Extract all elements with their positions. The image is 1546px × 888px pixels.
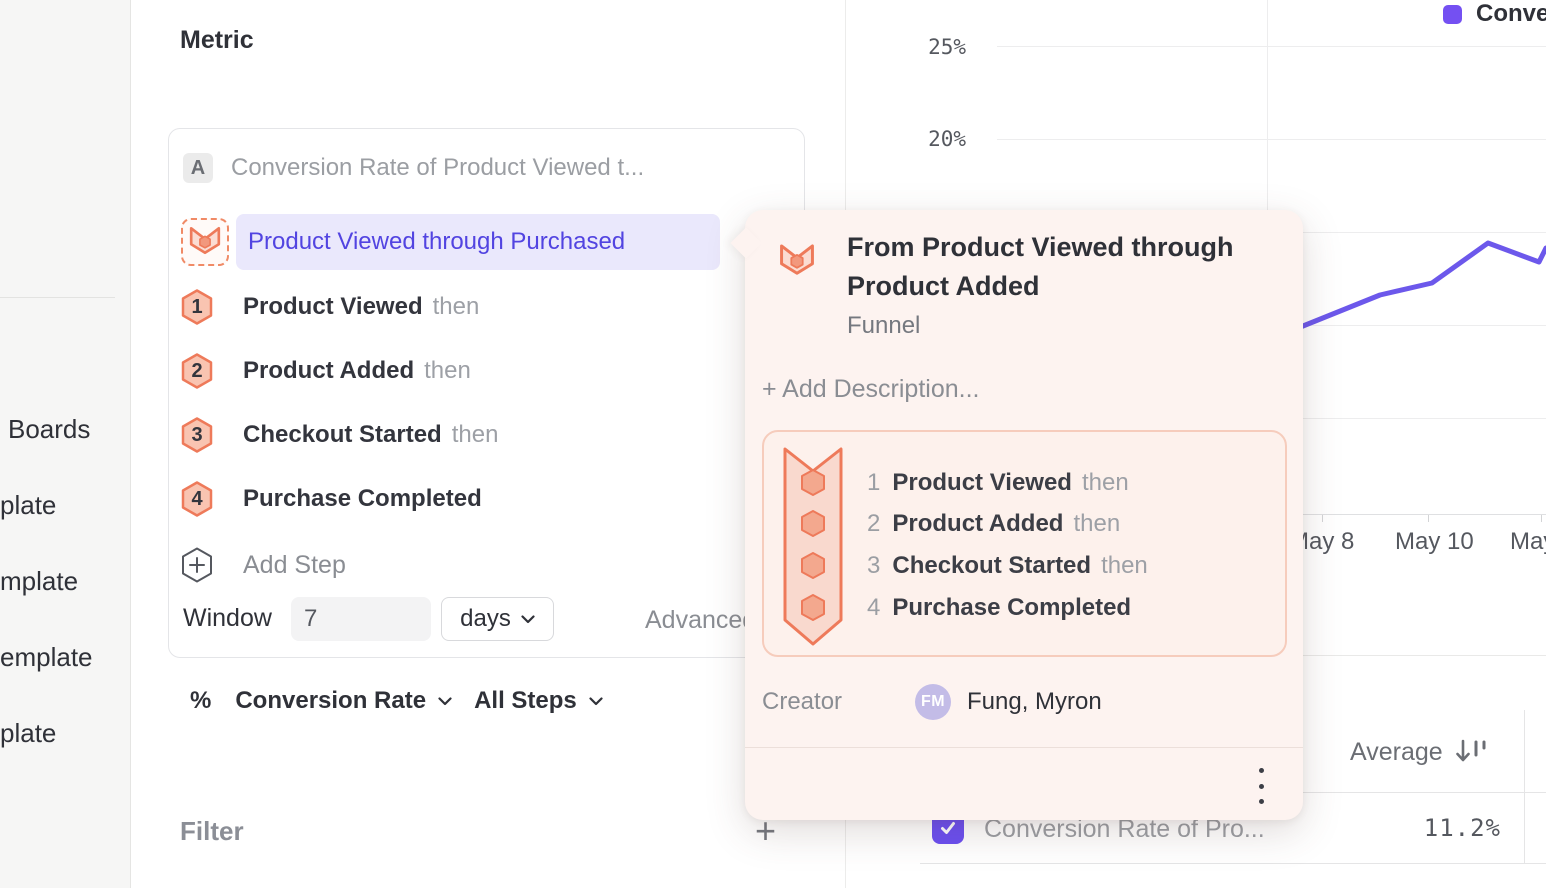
app-window: Boards plate mplate emplate plate Metric… <box>0 0 1546 888</box>
creator-avatar: FM <box>915 684 951 720</box>
chevron-down-icon <box>438 697 452 706</box>
sidebar-item-template-1[interactable]: plate <box>0 490 56 521</box>
step-1-hexagon-badge: 1 <box>181 289 213 325</box>
step-1-operator: then <box>433 293 480 321</box>
funnel-event-iconbox[interactable] <box>181 218 229 266</box>
popover-step-2: 2Product Addedthen <box>867 509 1120 539</box>
gridline-20pct <box>997 139 1546 140</box>
step-2-operator: then <box>424 357 471 385</box>
metric-section-heading: Metric <box>180 26 254 55</box>
creator-label: Creator <box>762 688 842 716</box>
sidebar-item-template-4[interactable]: plate <box>0 718 56 749</box>
window-value-input[interactable]: 7 <box>291 597 431 641</box>
x-tick-may8 <box>1322 515 1323 522</box>
check-icon <box>938 818 958 838</box>
funnel-step-2[interactable]: 2 Product Added then <box>181 351 741 391</box>
y-axis-tick-20: 20% <box>896 127 966 151</box>
popover-step-4: 4Purchase Completed <box>867 593 1131 623</box>
step-4-hexagon-badge: 4 <box>181 481 213 517</box>
table-row-border <box>920 863 1546 864</box>
sidebar-item-template-2[interactable]: mplate <box>0 566 78 597</box>
funnel-step-3[interactable]: 3 Checkout Started then <box>181 415 741 455</box>
table-column-divider <box>1524 710 1525 863</box>
funnel-details-popover: From Product Viewed through Product Adde… <box>745 210 1303 820</box>
add-step-label: Add Step <box>243 551 346 580</box>
funnel-steps-box: 1Product Viewedthen 2Product Addedthen 3… <box>762 430 1287 657</box>
funnel-name-label: Product Viewed through Purchased <box>248 228 625 256</box>
x-tick-may12 <box>1541 515 1542 522</box>
average-column-header[interactable]: Average <box>1350 738 1487 767</box>
window-unit-select[interactable]: days <box>441 597 554 641</box>
popover-step-3: 3Checkout Startedthen <box>867 551 1148 581</box>
popover-step-1: 1Product Viewedthen <box>867 468 1129 498</box>
metric-title[interactable]: Conversion Rate of Product Viewed t... <box>231 154 644 182</box>
chevron-down-icon <box>521 615 535 624</box>
table-row-average-value: 11.2% <box>1380 814 1501 842</box>
step-3-operator: then <box>452 421 499 449</box>
sidebar-item-boards[interactable]: Boards <box>8 414 90 445</box>
step-3-hexagon-badge: 3 <box>181 417 213 453</box>
funnel-name-pill[interactable]: Product Viewed through Purchased <box>236 214 720 270</box>
x-tick-may10 <box>1428 515 1429 522</box>
funnel-banner-icon <box>782 444 844 654</box>
add-step-button[interactable]: Add Step <box>181 545 741 585</box>
funnel-step-4[interactable]: 4 Purchase Completed <box>181 479 741 519</box>
filter-section-heading: Filter <box>180 816 244 847</box>
steps-scope-dropdown[interactable]: All Steps <box>474 687 577 715</box>
sidebar-divider <box>0 297 115 298</box>
funnel-icon <box>188 224 222 261</box>
y-axis-tick-25: 25% <box>896 35 966 59</box>
funnel-step-1[interactable]: 1 Product Viewed then <box>181 287 741 327</box>
x-axis-label-may10: May 10 <box>1395 528 1474 556</box>
step-2-hexagon-badge: 2 <box>181 353 213 389</box>
creator-name: Fung, Myron <box>967 688 1102 716</box>
chevron-down-icon <box>589 697 603 706</box>
percent-symbol: % <box>190 687 211 715</box>
add-description-button[interactable]: + Add Description... <box>762 375 979 404</box>
legend-swatch <box>1443 5 1462 24</box>
step-3-name: Checkout Started <box>243 421 442 449</box>
metric-letter-badge: A <box>183 153 213 183</box>
popover-title: From Product Viewed through Product Adde… <box>847 228 1267 306</box>
funnel-icon <box>778 241 816 282</box>
sidebar-item-template-3[interactable]: emplate <box>0 642 93 673</box>
popover-type-label: Funnel <box>847 312 920 340</box>
sort-descending-icon <box>1455 739 1487 766</box>
gridline-25pct <box>997 46 1546 47</box>
chart-legend[interactable]: Conversion Rate of Pro... <box>1443 0 1546 28</box>
more-options-kebab-icon[interactable] <box>1253 768 1269 804</box>
step-1-name: Product Viewed <box>243 293 423 321</box>
add-step-hexagon-icon <box>181 547 213 583</box>
x-axis-label-may12: May 12 <box>1510 528 1546 556</box>
measured-as-row: % Conversion Rate All Steps <box>190 686 603 716</box>
step-2-name: Product Added <box>243 357 414 385</box>
legend-label: Conversion Rate of Pro... <box>1476 0 1546 28</box>
measure-dropdown[interactable]: Conversion Rate <box>235 687 426 715</box>
window-label: Window <box>183 604 272 633</box>
popover-divider <box>745 747 1303 748</box>
step-4-name: Purchase Completed <box>243 485 482 513</box>
advanced-toggle[interactable]: Advanced <box>645 606 756 635</box>
